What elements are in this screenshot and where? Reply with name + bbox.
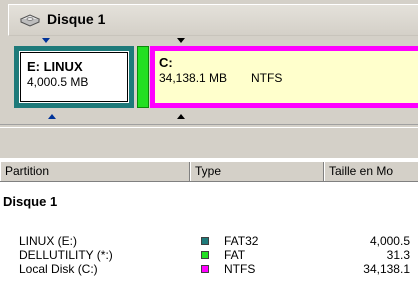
selection-pointer-bottom bbox=[48, 114, 56, 119]
panel-divider bbox=[0, 124, 418, 128]
partition-block-dellutility[interactable] bbox=[137, 46, 149, 108]
partition-filesystem: NTFS bbox=[251, 71, 283, 85]
column-header-partition[interactable]: Partition bbox=[0, 162, 190, 181]
partition-color-swatch bbox=[201, 237, 209, 245]
selection-pointer-top bbox=[177, 38, 185, 43]
partition-name: DELLUTILITY (*:) bbox=[19, 248, 113, 262]
partition-type: FAT bbox=[224, 248, 246, 262]
disk-header: Disque 1 bbox=[8, 4, 418, 36]
selection-pointer-bottom bbox=[177, 114, 185, 119]
partition-size: 4,000.5 MB bbox=[27, 75, 89, 89]
partition-list: Disque 1 LINUX (E:) FAT32 4,000.5 DELLUT… bbox=[0, 182, 418, 292]
disk-icon bbox=[19, 14, 41, 27]
column-header-type[interactable]: Type bbox=[190, 162, 324, 181]
partition-map: E: LINUX 4,000.5 MB C: 34,138.1 MB NTFS bbox=[8, 36, 418, 122]
disk-group-label: Disque 1 bbox=[3, 194, 58, 209]
selection-pointer-top bbox=[42, 38, 50, 43]
partition-label: C: bbox=[159, 55, 173, 70]
partition-row[interactable]: Local Disk (C:) NTFS 34,138.1 bbox=[0, 262, 418, 276]
partition-name: LINUX (E:) bbox=[19, 234, 78, 248]
partition-size-value: 31.3 bbox=[386, 248, 410, 262]
partition-color-swatch bbox=[201, 265, 209, 273]
disk-title: Disque 1 bbox=[47, 11, 106, 27]
partition-row[interactable]: DELLUTILITY (*:) FAT 31.3 bbox=[0, 248, 418, 262]
partition-block-c[interactable]: C: 34,138.1 MB NTFS bbox=[150, 46, 418, 108]
partition-type: FAT32 bbox=[224, 234, 259, 248]
partition-name: Local Disk (C:) bbox=[19, 262, 98, 276]
partition-row[interactable]: LINUX (E:) FAT32 4,000.5 bbox=[0, 234, 418, 248]
partition-label: E: LINUX bbox=[27, 59, 83, 74]
partition-block-linux-inner: E: LINUX 4,000.5 MB bbox=[20, 52, 128, 102]
partition-size-value: 4,000.5 bbox=[369, 234, 410, 248]
partition-size: 34,138.1 MB bbox=[159, 71, 228, 85]
partition-color-swatch bbox=[201, 251, 209, 259]
partition-size-value: 34,138.1 bbox=[363, 262, 410, 276]
column-header-size[interactable]: Taille en Mo bbox=[324, 162, 418, 181]
partition-list-header: Partition Type Taille en Mo bbox=[0, 162, 418, 182]
disk-map-panel: Disque 1 E: LINUX 4,000.5 MB C: 34,138.1… bbox=[0, 0, 418, 158]
partition-type: NTFS bbox=[224, 262, 256, 276]
partition-block-linux[interactable]: E: LINUX 4,000.5 MB bbox=[14, 46, 134, 108]
